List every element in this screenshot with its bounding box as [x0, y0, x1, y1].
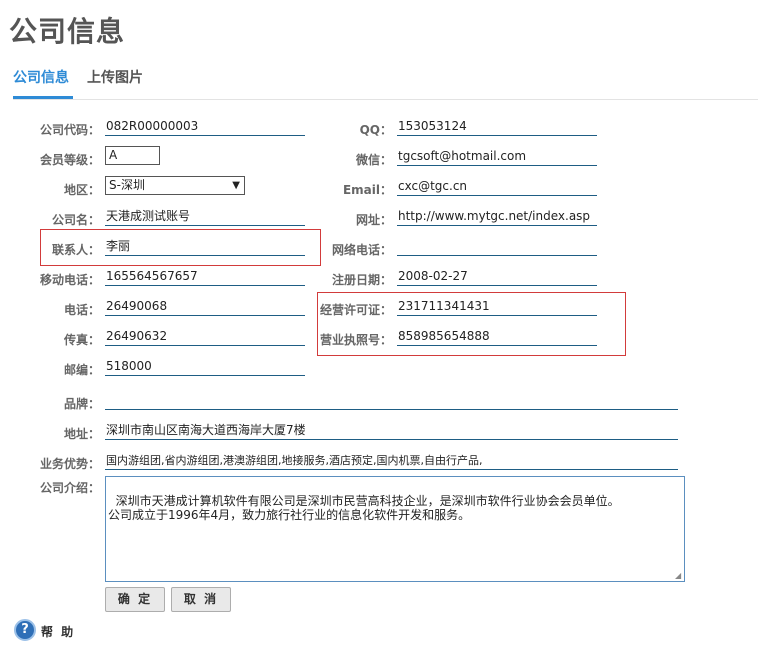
intro-text: 深圳市天港成计算机软件有限公司是深圳市民营高科技企业，是深圳市软件行业协会会员单… [108, 494, 620, 522]
help-link[interactable]: 帮 助 [41, 623, 75, 640]
reg-date-label: 注册日期： [331, 273, 392, 287]
business-license-field[interactable]: 231711341431 [397, 298, 597, 316]
qq-label: QQ： [359, 123, 392, 137]
help-icon[interactable]: ? [14, 619, 36, 641]
confirm-button[interactable]: 确 定 [105, 587, 165, 612]
email-label: Email： [342, 183, 392, 197]
tab-upload-images[interactable]: 上传图片 [87, 67, 143, 87]
advantages-label: 业务优势： [39, 457, 100, 471]
website-label: 网址： [355, 213, 392, 227]
business-permit-field[interactable]: 858985654888 [397, 328, 597, 346]
address-label: 地址： [63, 427, 100, 441]
cancel-button[interactable]: 取 消 [171, 587, 231, 612]
postcode-label: 邮编： [63, 363, 100, 377]
advantages-field[interactable]: 国内游组团,省内游组团,港澳游组团,地接服务,酒店预定,国内机票,自由行产品, [105, 452, 678, 470]
address-field[interactable]: 深圳市南山区南海大道西海岸大厦7楼 [105, 422, 678, 440]
business-permit-label: 营业执照号： [319, 333, 392, 347]
intro-textarea[interactable]: 深圳市天港成计算机软件有限公司是深圳市民营高科技企业，是深圳市软件行业协会会员单… [105, 476, 685, 582]
online-phone-label: 网络电话： [331, 243, 392, 257]
page-title: 公司信息 [9, 15, 126, 48]
business-license-label: 经营许可证： [319, 303, 392, 317]
brand-field[interactable] [105, 392, 678, 410]
tab-divider [13, 99, 758, 100]
wechat-field[interactable]: tgcsoft@hotmail.com [397, 148, 597, 166]
active-tab-indicator [13, 96, 73, 99]
email-field[interactable]: cxc@tgc.cn [397, 178, 597, 196]
website-field[interactable]: http://www.mytgc.net/index.asp [397, 208, 597, 226]
brand-label: 品牌： [63, 397, 100, 411]
resize-grip-icon[interactable]: ◢ [675, 572, 683, 580]
online-phone-field[interactable] [397, 238, 597, 256]
qq-field[interactable]: 153053124 [397, 118, 597, 136]
tab-company-info[interactable]: 公司信息 [13, 67, 69, 87]
postcode-field[interactable]: 518000 [105, 358, 305, 376]
wechat-label: 微信： [355, 153, 392, 167]
intro-label: 公司介绍： [39, 481, 100, 495]
reg-date-field[interactable]: 2008-02-27 [397, 268, 597, 286]
